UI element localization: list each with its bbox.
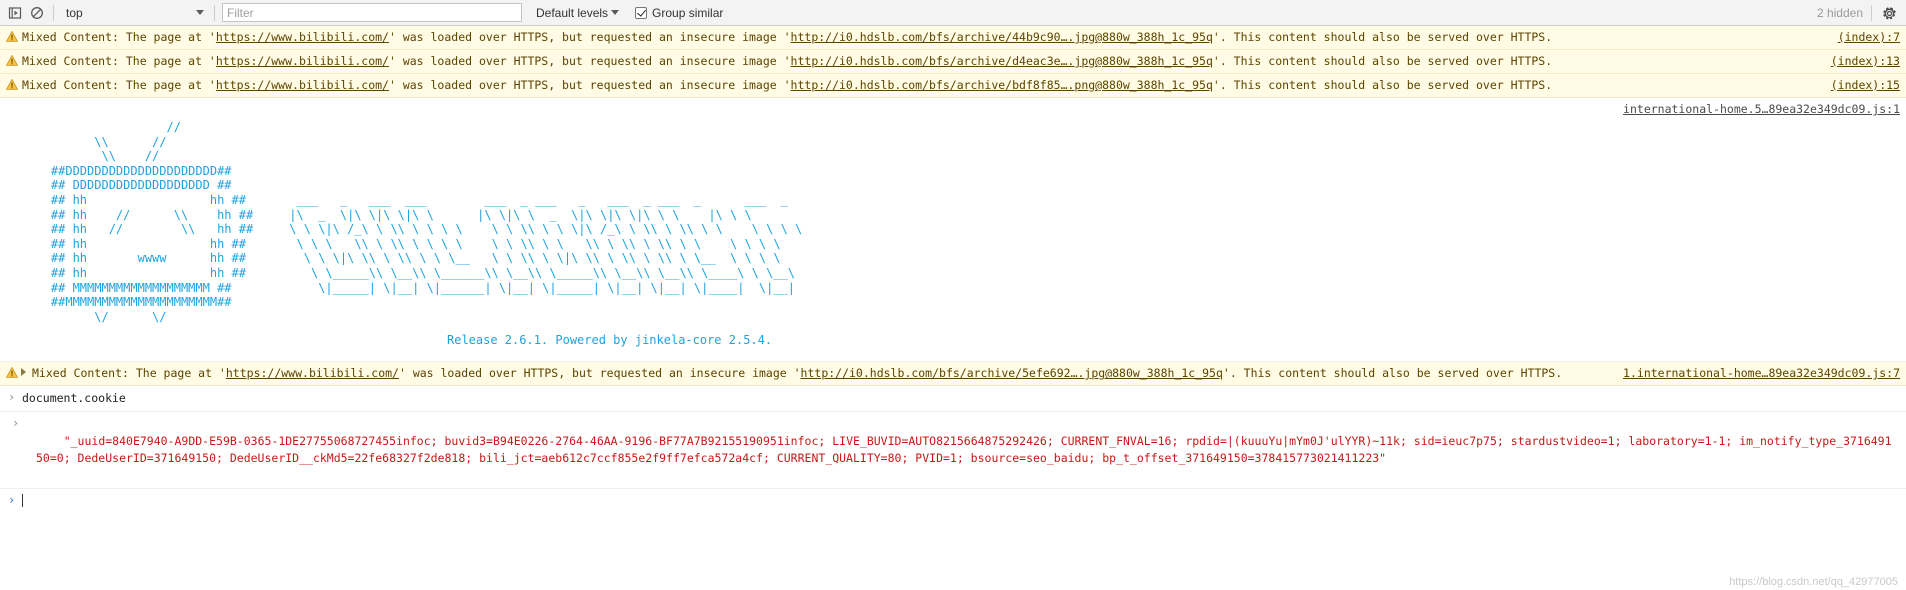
console-message-ascii-banner: international-home.5…89ea32e349dc09.js:1… [0, 98, 1906, 363]
message-source-link[interactable]: (index):15 [1831, 77, 1900, 94]
msg-text-1b: ' was loaded over HTTPS, but requested a… [388, 30, 791, 44]
warning-triangle-glyph [5, 366, 19, 379]
group-similar-checkbox[interactable] [635, 6, 648, 19]
msg-text-4a: Mixed Content: The page at ' [32, 366, 226, 381]
log-levels-label: Default levels [536, 5, 609, 20]
console-message-warning[interactable]: Mixed Content: The page at 'https://www.… [0, 26, 1906, 50]
clear-console-icon[interactable] [26, 3, 48, 23]
msg-text-2c: '. This content should also be served ov… [1212, 54, 1553, 68]
page-url-link[interactable]: https://www.bilibili.com/ [216, 30, 389, 44]
msg-text-4c: '. This content should also be served ov… [1222, 366, 1563, 381]
msg-text-2b: ' was loaded over HTTPS, but requested a… [388, 54, 791, 68]
expand-triangle-icon[interactable] [21, 368, 26, 377]
message-source-link[interactable]: (index):7 [1838, 29, 1900, 46]
console-message-list: Mixed Content: The page at 'https://www.… [0, 26, 1906, 511]
execute-snippet-glyph [8, 6, 22, 19]
toolbar-divider-2 [214, 4, 215, 21]
input-prompt-icon: › [8, 493, 16, 508]
message-source-link[interactable]: 1.international-home…89ea32e349dc09.js:7 [1623, 365, 1900, 382]
log-levels-selector[interactable]: Default levels [532, 3, 623, 22]
warning-triangle-glyph [5, 54, 19, 66]
warning-triangle-icon [5, 30, 19, 42]
message-source-link[interactable]: (index):13 [1831, 53, 1900, 70]
warning-triangle-icon [5, 54, 19, 66]
execution-context-label: top [66, 5, 83, 20]
jinkela-ascii-logo: // \\ // \\ // ##DDDDDDDDDDDDDDDDDDDDD##… [50, 120, 803, 324]
clear-console-glyph [31, 6, 43, 19]
execution-context-selector[interactable]: top [59, 3, 209, 22]
banner-source-link[interactable]: international-home.5…89ea32e349dc09.js:1 [1623, 101, 1900, 118]
result-prompt-icon: ‹ [12, 416, 20, 431]
insecure-image-url-link[interactable]: http://i0.hdslb.com/bfs/archive/d4eac3e…… [791, 54, 1213, 68]
console-toolbar: top Default levels Group similar 2 hidde… [0, 0, 1906, 26]
chevron-down-icon [611, 10, 620, 15]
page-url-link[interactable]: https://www.bilibili.com/ [216, 78, 389, 92]
console-message-text: Mixed Content: The page at 'https://www.… [22, 53, 1906, 70]
filter-input[interactable] [222, 3, 522, 22]
group-similar-toggle[interactable]: Group similar [635, 6, 723, 20]
hidden-messages-count: 2 hidden [1816, 6, 1863, 20]
insecure-image-url-link[interactable]: http://i0.hdslb.com/bfs/archive/bdf8f85…… [791, 78, 1213, 92]
warning-triangle-icon [5, 366, 19, 379]
console-result-entry: ‹ "_uuid=840E7940-A9DD-E59B-0365-1DE27755… [0, 412, 1906, 490]
console-message-warning[interactable]: Mixed Content: The page at 'https://www.… [0, 74, 1906, 98]
insecure-image-url-link[interactable]: http://i0.hdslb.com/bfs/archive/44b9c90…… [791, 30, 1213, 44]
msg-text-1a: Mixed Content: The page at ' [22, 30, 216, 44]
msg-text-2a: Mixed Content: The page at ' [22, 54, 216, 68]
page-url-link[interactable]: https://www.bilibili.com/ [216, 54, 389, 68]
console-message-text: Mixed Content: The page at 'https://www.… [22, 29, 1906, 46]
console-message-warning[interactable]: Mixed Content: The page at 'https://www.… [0, 50, 1906, 74]
warning-triangle-glyph [5, 78, 19, 90]
msg-text-3c: '. This content should also be served ov… [1212, 78, 1553, 92]
toolbar-right-group: 2 hidden [1817, 0, 1900, 26]
page-url-link[interactable]: https://www.bilibili.com/ [226, 366, 399, 380]
warning-triangle-glyph [5, 30, 19, 42]
toolbar-divider-3 [1871, 5, 1872, 21]
jinkela-release-text: Release 2.6.1. Powered by jinkela-core 2… [447, 333, 773, 348]
gear-glyph [1882, 6, 1896, 19]
console-input-row[interactable]: › [0, 489, 1906, 511]
console-command-entry: › document.cookie [0, 386, 1906, 413]
execute-snippet-icon[interactable] [4, 3, 26, 23]
gear-icon[interactable] [1878, 3, 1900, 23]
group-similar-label: Group similar [652, 5, 724, 20]
toolbar-divider-1 [53, 4, 54, 21]
msg-text-1c: '. This content should also be served ov… [1212, 30, 1553, 44]
console-message-text: Mixed Content: The page at 'https://www.… [22, 77, 1906, 94]
command-text: document.cookie [22, 391, 126, 406]
chevron-down-icon [196, 10, 204, 15]
text-cursor [22, 494, 23, 508]
console-message-warning-grouped[interactable]: Mixed Content: The page at 'https://www.… [0, 362, 1906, 387]
msg-text-3a: Mixed Content: The page at ' [22, 78, 216, 92]
warning-triangle-icon [5, 78, 19, 90]
msg-text-3b: ' was loaded over HTTPS, but requested a… [388, 78, 791, 92]
command-prompt-icon: › [8, 390, 16, 405]
insecure-image-url-link[interactable]: http://i0.hdslb.com/bfs/archive/5efe692…… [801, 366, 1223, 380]
msg-text-4b: ' was loaded over HTTPS, but requested a… [398, 366, 801, 381]
watermark-text: https://blog.csdn.net/qq_42977005 [1729, 576, 1898, 588]
result-text: "_uuid=840E7940-A9DD-E59B-0365-1DE277550… [36, 434, 1892, 466]
